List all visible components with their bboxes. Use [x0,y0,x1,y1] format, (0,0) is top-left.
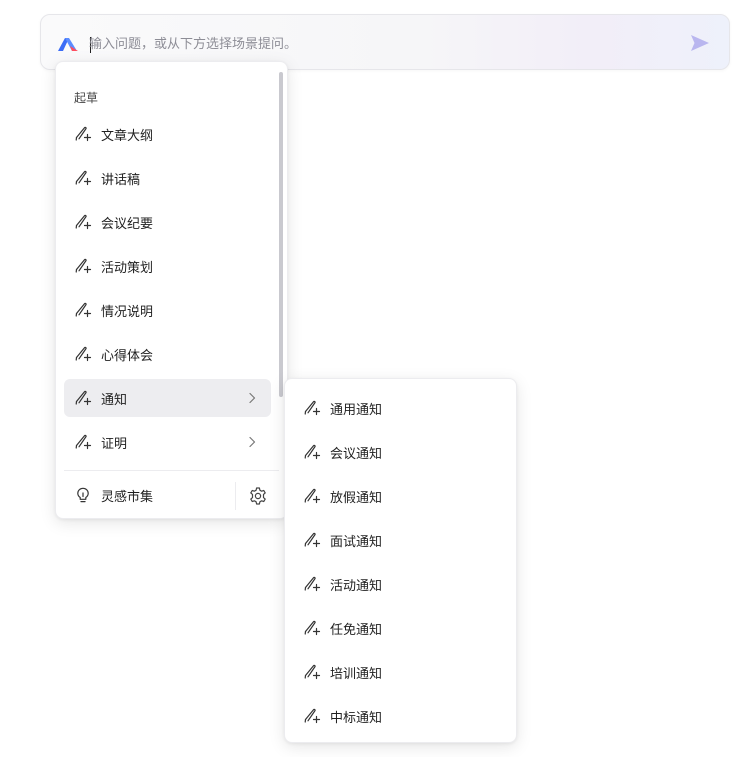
scene-item-label: 文章大纲 [101,128,154,144]
scene-item-notice[interactable]: 通知 [64,379,271,417]
submenu-item-meeting-notice[interactable]: 会议通知 [293,433,508,471]
submenu-item-general-notice[interactable]: 通用通知 [293,389,508,427]
scene-item-label: 证明 [101,436,128,452]
scene-item-label: 情况说明 [101,304,154,320]
ai-pen-icon [303,531,321,549]
submenu-item-label: 放假通知 [330,490,383,506]
scene-item-label: 通知 [101,392,128,408]
scene-item-label: 活动策划 [101,260,154,276]
scene-item-minutes[interactable]: 会议纪要 [64,203,271,241]
lightbulb-icon [74,486,92,504]
settings-button[interactable] [247,485,269,507]
ai-pen-icon [74,345,92,363]
prompt-input[interactable] [89,27,679,61]
scrollbar[interactable] [279,72,283,397]
scene-item-outline[interactable]: 文章大纲 [64,115,271,153]
submenu-item-interview-notice[interactable]: 面试通知 [293,521,508,559]
ai-pen-icon [303,619,321,637]
submenu-item-label: 培训通知 [330,666,383,682]
inspiration-market-link[interactable]: 灵感市集 [64,477,224,513]
scene-item-label: 会议纪要 [101,216,154,232]
ai-pen-icon [303,443,321,461]
ai-pen-icon [303,663,321,681]
scene-item-reflection[interactable]: 心得体会 [64,335,271,373]
ai-pen-icon [74,433,92,451]
submenu-item-bid-award-notice[interactable]: 中标通知 [293,697,508,735]
scene-panel: 起草 文章大纲 讲话稿 会议纪要 活动策划 情况说明 心得体会 通知 证明 灵感… [55,61,288,519]
page: 起草 文章大纲 讲话稿 [0,0,741,757]
gear-icon [250,487,266,505]
scene-item-speech[interactable]: 讲话稿 [64,159,271,197]
ai-pen-icon [303,575,321,593]
ai-pen-icon [74,169,92,187]
send-button[interactable] [689,32,711,54]
submenu-item-label: 中标通知 [330,710,383,726]
ai-pen-icon [303,399,321,417]
ai-pen-icon [74,301,92,319]
chevron-right-icon [245,435,259,449]
submenu-item-appointment-notice[interactable]: 任免通知 [293,609,508,647]
send-icon [691,35,709,51]
scene-item-event-plan[interactable]: 活动策划 [64,247,271,285]
footer-divider [235,482,236,510]
submenu-item-label: 面试通知 [330,534,383,550]
submenu-item-training-notice[interactable]: 培训通知 [293,653,508,691]
submenu-item-label: 会议通知 [330,446,383,462]
submenu-item-label: 任免通知 [330,622,383,638]
inspiration-market-label: 灵感市集 [101,489,154,505]
submenu-item-label: 通用通知 [330,402,383,418]
scene-item-label: 心得体会 [101,348,154,364]
scene-item-certificate[interactable]: 证明 [64,423,271,461]
ai-pen-icon [303,707,321,725]
ai-pen-icon [74,389,92,407]
scene-item-label: 讲话稿 [101,172,141,188]
ai-pen-icon [303,487,321,505]
submenu-item-holiday-notice[interactable]: 放假通知 [293,477,508,515]
ai-pen-icon [74,125,92,143]
submenu-item-event-notice[interactable]: 活动通知 [293,565,508,603]
scene-item-explanation[interactable]: 情况说明 [64,291,271,329]
submenu-item-label: 活动通知 [330,578,383,594]
notice-submenu: 通用通知 会议通知 放假通知 面试通知 活动通知 任免通知 培训通知 中标通知 [284,378,517,743]
ai-pen-icon [74,213,92,231]
panel-divider [64,470,279,471]
group-title: 起草 [74,91,99,105]
chevron-right-icon [245,391,259,405]
ai-pen-icon [74,257,92,275]
app-logo-icon [57,36,79,52]
